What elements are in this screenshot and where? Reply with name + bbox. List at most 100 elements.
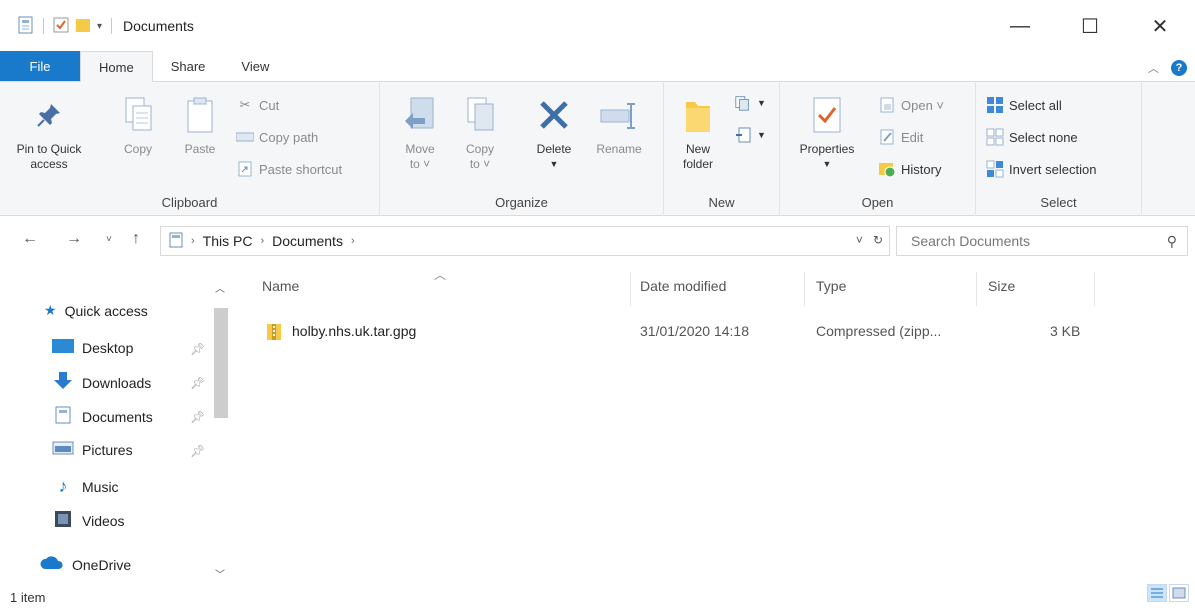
column-header-date-modified[interactable]: Date modified: [640, 278, 726, 294]
history-button[interactable]: History: [878, 158, 941, 180]
rename-button[interactable]: Rename: [588, 92, 650, 157]
column-header-name[interactable]: Name: [262, 278, 299, 294]
chevron-down-icon: ▼: [549, 159, 559, 169]
close-button[interactable]: ✕: [1125, 0, 1195, 52]
star-icon: ★: [44, 302, 57, 318]
scroll-down-icon[interactable]: ﹀: [215, 566, 225, 581]
easy-access-button[interactable]: ▼: [734, 124, 766, 146]
cut-button[interactable]: ✂ Cut: [236, 94, 280, 116]
select-none-button[interactable]: Select none: [986, 126, 1078, 148]
nav-music[interactable]: ♪ Music: [52, 476, 119, 497]
folder-icon: [678, 92, 718, 138]
clipboard-group-label: Clipboard: [161, 195, 218, 210]
new-group: New folder ▼ ▼ New: [664, 82, 780, 216]
scroll-up-icon[interactable]: ︿: [215, 280, 225, 295]
properties-check-icon[interactable]: [53, 17, 69, 36]
search-input[interactable]: Search Documents ⚲: [896, 226, 1188, 256]
search-icon[interactable]: ⚲: [1167, 233, 1177, 250]
new-item-icon: [734, 94, 752, 112]
tab-file[interactable]: File: [0, 51, 80, 81]
new-folder-icon[interactable]: [75, 17, 91, 36]
document-icon[interactable]: [18, 16, 34, 37]
address-bar[interactable]: › This PC › Documents › ˅ ↻: [160, 226, 890, 256]
nav-desktop[interactable]: Desktop: [52, 338, 133, 357]
details-view-icon[interactable]: [1147, 584, 1167, 602]
breadcrumb-separator-icon: ›: [260, 235, 265, 247]
invert-selection-button[interactable]: Invert selection: [986, 158, 1096, 180]
paste-shortcut-button[interactable]: Paste shortcut: [236, 158, 342, 180]
new-group-label: New: [708, 195, 735, 210]
pictures-icon: [52, 440, 74, 459]
copy-path-button[interactable]: Copy path: [236, 126, 318, 148]
help-icon[interactable]: ?: [1171, 60, 1187, 76]
nav-downloads[interactable]: Downloads: [52, 372, 151, 393]
paste-button[interactable]: Paste: [178, 92, 222, 157]
sort-ascending-icon: ︿: [434, 268, 447, 282]
column-header-size[interactable]: Size: [988, 278, 1015, 294]
nav-scrollbar[interactable]: ︿ ﹀: [210, 278, 230, 584]
title-bar: ▾ Documents — ☐ ✕: [0, 0, 1195, 52]
column-header-type[interactable]: Type: [816, 278, 846, 294]
open-button[interactable]: Open ˅: [878, 94, 944, 116]
breadcrumb-documents[interactable]: Documents: [272, 233, 343, 249]
column-divider[interactable]: [1094, 272, 1095, 306]
maximize-button[interactable]: ☐: [1055, 0, 1125, 52]
pin-to-quick-access-button[interactable]: Pin to Quick access: [14, 92, 84, 172]
select-all-button[interactable]: Select all: [986, 94, 1062, 116]
select-group-label: Select: [1040, 195, 1077, 210]
minimize-button[interactable]: —: [985, 0, 1055, 52]
nav-videos[interactable]: Videos: [52, 510, 125, 531]
scrollbar-thumb[interactable]: [214, 308, 228, 418]
collapse-ribbon-icon[interactable]: ︿: [1148, 60, 1159, 76]
history-icon: [878, 160, 896, 178]
scissors-icon: ✂: [239, 97, 251, 112]
open-group: Properties ▼ Open ˅ Edit History Open: [780, 82, 976, 216]
pin-icon[interactable]: 📌︎: [190, 410, 205, 424]
music-note-icon: ♪: [58, 476, 68, 496]
rename-icon: [599, 92, 639, 138]
refresh-icon[interactable]: ↻: [873, 233, 883, 247]
large-icons-view-icon[interactable]: [1169, 584, 1189, 602]
pin-icon[interactable]: 📌︎: [190, 444, 205, 458]
edit-icon: [878, 128, 896, 146]
tab-share[interactable]: Share: [153, 51, 224, 81]
column-divider[interactable]: [804, 272, 805, 306]
recent-locations-chevron-icon[interactable]: ˅: [106, 234, 112, 245]
breadcrumb-separator-icon: ›: [350, 235, 355, 247]
copy-to-button[interactable]: Copy to ˅: [458, 92, 502, 172]
nav-onedrive[interactable]: OneDrive: [40, 556, 131, 573]
tab-view[interactable]: View: [223, 51, 287, 81]
address-dropdown-icon[interactable]: ˅: [856, 233, 863, 247]
organize-group-label: Organize: [495, 195, 548, 210]
view-buttons: [1147, 584, 1189, 602]
nav-documents[interactable]: Documents: [52, 406, 153, 427]
new-folder-button[interactable]: New folder: [672, 92, 724, 172]
tab-home[interactable]: Home: [80, 51, 153, 82]
column-divider[interactable]: [976, 272, 977, 306]
properties-button[interactable]: Properties ▼: [790, 92, 864, 172]
forward-arrow-icon[interactable]: →: [66, 230, 82, 248]
pin-icon[interactable]: 📌︎: [190, 342, 205, 356]
invert-selection-icon: [986, 160, 1004, 178]
up-arrow-icon[interactable]: ↑: [132, 230, 140, 248]
pin-icon[interactable]: 📌︎: [190, 376, 205, 390]
file-row[interactable]: holby.nhs.uk.tar.gpg 31/01/2020 14:18 Co…: [260, 320, 1100, 344]
breadcrumb-this-pc[interactable]: This PC: [203, 233, 253, 249]
file-type: Compressed (zipp...: [816, 323, 942, 339]
documents-location-icon: [169, 232, 183, 251]
nav-quick-access[interactable]: ★ Quick access: [44, 302, 148, 319]
separator: [43, 18, 44, 34]
pin-icon: [29, 92, 69, 138]
select-none-icon: [986, 128, 1004, 146]
customize-dropdown-icon[interactable]: ▾: [97, 21, 102, 32]
new-item-button[interactable]: ▼: [734, 92, 766, 114]
back-arrow-icon[interactable]: ←: [22, 230, 38, 248]
delete-button[interactable]: Delete ▼: [528, 92, 580, 172]
nav-pictures[interactable]: Pictures: [52, 440, 133, 459]
column-divider[interactable]: [630, 272, 631, 306]
copy-button[interactable]: Copy: [118, 92, 158, 157]
edit-button[interactable]: Edit: [878, 126, 923, 148]
copy-path-icon: [236, 128, 254, 146]
move-to-button[interactable]: Move to ˅: [398, 92, 442, 172]
address-row: ← → ˅ ↑ › This PC › Documents › ˅ ↻ Sear…: [0, 224, 1195, 258]
